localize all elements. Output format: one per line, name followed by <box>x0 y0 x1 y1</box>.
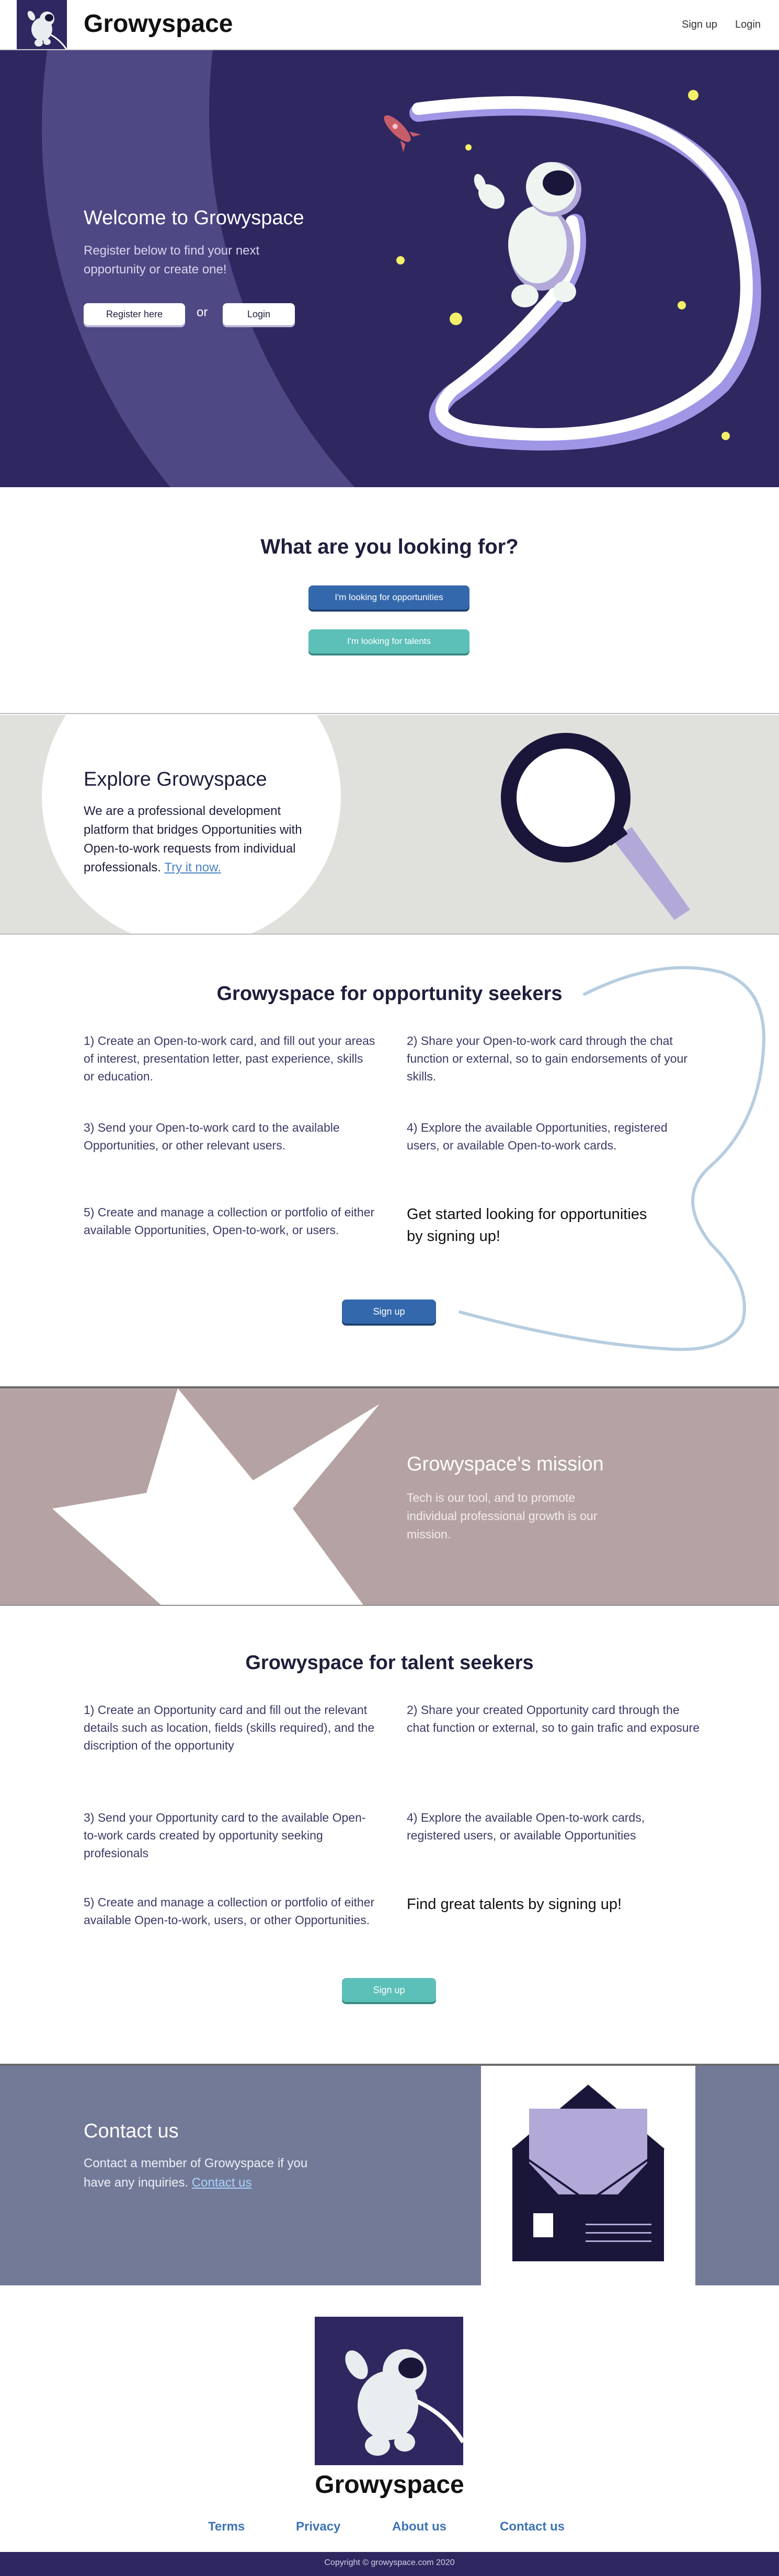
star-icon <box>52 1388 380 1605</box>
mail-illustration-box <box>481 2066 695 2285</box>
opportunity-step-2: 2) Share your Open-to-work card through … <box>407 1034 688 1083</box>
looking-for-talents-button[interactable]: I'm looking for talents <box>308 629 469 653</box>
opportunity-step-4: 4) Explore the available Opportunities, … <box>407 1121 668 1152</box>
footer-title: Growyspace <box>315 2471 464 2499</box>
contact-us-link[interactable]: Contact us <box>192 2176 252 2190</box>
talent-step-3: 3) Send your Opportunity card to the ava… <box>84 1811 366 1860</box>
talent-step-4: 4) Explore the available Open-to-work ca… <box>407 1811 645 1842</box>
site-title[interactable]: Growyspace <box>84 9 233 38</box>
talent-cta-text: Find great talents by signing up! <box>407 1896 622 1913</box>
magnifier-icon <box>501 733 690 920</box>
footer-astronaut-icon <box>315 2317 463 2465</box>
opportunity-signup-button[interactable]: Sign up <box>342 1300 436 1324</box>
copyright-text: Copyright © growyspace.com 2020 <box>324 2558 455 2567</box>
explore-section: Explore Growyspace We are a professional… <box>0 715 779 935</box>
mission-title: Growyspace's mission <box>407 1453 604 1475</box>
nav-login-link[interactable]: Login <box>735 19 761 31</box>
envelope-icon <box>511 2085 665 2261</box>
talent-step-1: 1) Create an Opportunity card and fill o… <box>84 1703 375 1752</box>
opportunity-step-1: 1) Create an Open-to-work card, and fill… <box>84 1034 375 1083</box>
contact-description: Contact a member of Growyspace if you ha… <box>84 2154 324 2192</box>
site-header: Growyspace Sign up Login <box>0 0 779 50</box>
opportunity-seekers-section: Growyspace for opportunity seekers 1) Cr… <box>0 936 779 1388</box>
contact-title: Contact us <box>84 2120 179 2142</box>
nav-signup-link[interactable]: Sign up <box>682 19 717 31</box>
or-separator: or <box>197 305 208 319</box>
talent-step-2: 2) Share your created Opportunity card t… <box>407 1703 700 1734</box>
opportunity-step-3: 3) Send your Open-to-work card to the av… <box>84 1121 340 1152</box>
hero-title: Welcome to Growyspace <box>84 207 304 229</box>
footer-link-privacy[interactable]: Privacy <box>296 2520 340 2534</box>
explore-description: We are a professional development platfo… <box>84 802 329 877</box>
footer-link-about[interactable]: About us <box>392 2520 446 2534</box>
talent-signup-button[interactable]: Sign up <box>342 1978 436 2002</box>
footer-link-terms[interactable]: Terms <box>208 2520 245 2534</box>
talent-seekers-section: Growyspace for talent seekers 1) Create … <box>0 1606 779 2066</box>
mission-description: Tech is our tool, and to promote individ… <box>407 1491 598 1541</box>
opportunity-cta-text: Get started looking for opportunities by… <box>407 1206 647 1245</box>
opportunity-step-5: 5) Create and manage a collection or por… <box>84 1205 375 1237</box>
hero-section: Welcome to Growyspace Register below to … <box>0 50 779 487</box>
footer-link-contact[interactable]: Contact us <box>500 2520 565 2534</box>
talent-seekers-title: Growyspace for talent seekers <box>245 1652 534 1674</box>
try-it-now-link[interactable]: Try it now. <box>164 860 221 875</box>
explore-title: Explore Growyspace <box>84 768 267 790</box>
hero-description: Register below to find your next opportu… <box>84 244 260 277</box>
opportunity-seekers-title: Growyspace for opportunity seekers <box>216 983 563 1005</box>
contact-section: Contact us Contact a member of Growyspac… <box>0 2066 779 2285</box>
looking-for-title: What are you looking for? <box>260 535 519 558</box>
logo-astronaut-icon[interactable] <box>17 0 67 49</box>
looking-for-section: What are you looking for? I'm looking fo… <box>0 487 779 714</box>
talent-step-5: 5) Create and manage a collection or por… <box>84 1895 375 1927</box>
register-button[interactable]: Register here <box>84 303 185 325</box>
copyright-bar: Copyright © growyspace.com 2020 <box>0 2552 779 2576</box>
mission-section: Growyspace's mission Tech is our tool, a… <box>0 1388 779 1606</box>
looking-for-opportunities-button[interactable]: I'm looking for opportunities <box>308 585 469 610</box>
site-footer: Growyspace Terms Privacy About us Contac… <box>0 2285 779 2576</box>
hero-login-button[interactable]: Login <box>223 303 295 325</box>
